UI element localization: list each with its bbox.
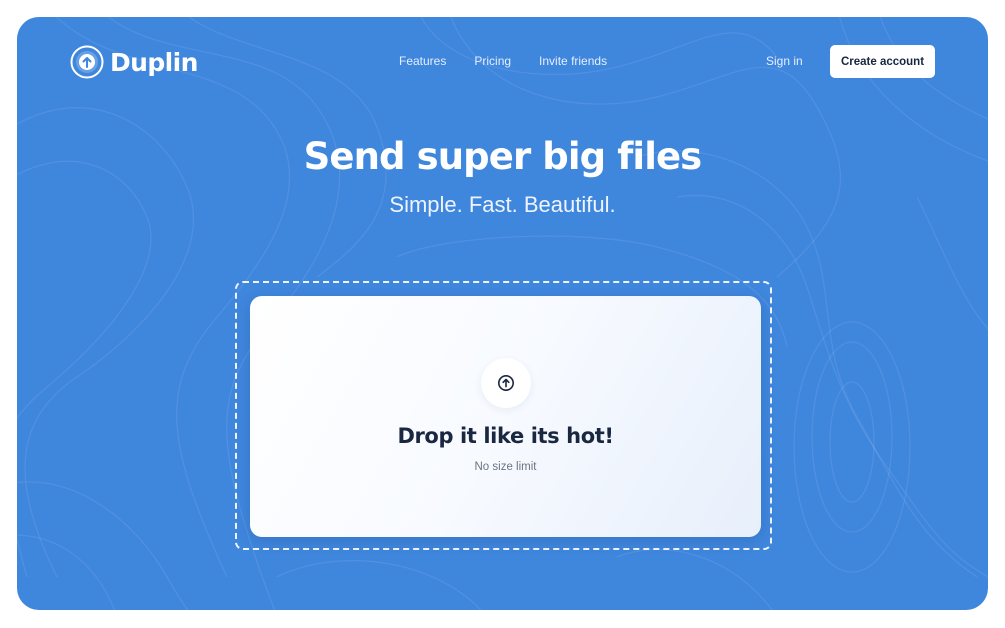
- hero-subtitle: Simple. Fast. Beautiful.: [389, 192, 616, 217]
- drop-title: Drop it like its hot!: [397, 424, 614, 448]
- brand-logo[interactable]: Duplin: [70, 45, 198, 79]
- hero-title: Send super big files: [303, 135, 703, 178]
- brand-name: Duplin: [110, 47, 198, 77]
- create-account-button[interactable]: Create account: [830, 45, 935, 78]
- upload-button[interactable]: [481, 358, 531, 408]
- nav-item-invite-friends[interactable]: Invite friends: [539, 54, 607, 68]
- drop-card[interactable]: Drop it like its hot! No size limit: [250, 296, 761, 537]
- upload-arrow-icon: [498, 375, 514, 391]
- sign-in-link[interactable]: Sign in: [766, 54, 803, 68]
- nav-item-features[interactable]: Features: [399, 54, 446, 68]
- size-limit-note: No size limit: [474, 461, 537, 473]
- hero-panel: Duplin Features Pricing Invite friends S…: [17, 17, 988, 610]
- nav-item-pricing[interactable]: Pricing: [474, 54, 511, 68]
- upload-arrow-circle-icon: [70, 45, 104, 79]
- main-nav: Features Pricing Invite friends: [399, 54, 607, 68]
